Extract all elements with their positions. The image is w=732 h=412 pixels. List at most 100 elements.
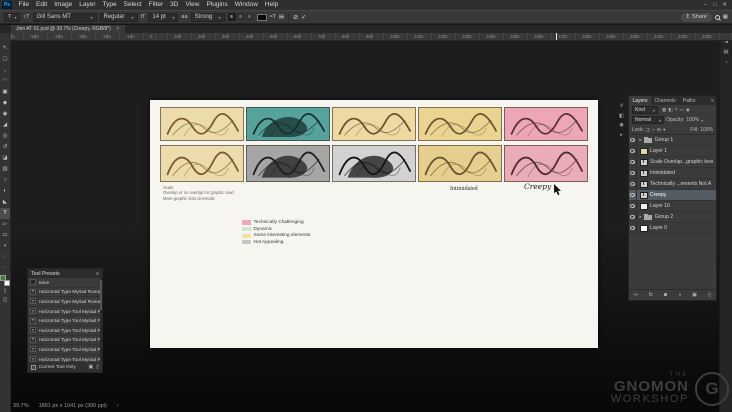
tab-paths[interactable]: Paths <box>679 96 699 105</box>
menu-select[interactable]: Select <box>120 0 145 10</box>
menu-3d[interactable]: 3D <box>167 0 182 10</box>
layer-effects-icon[interactable]: fx <box>649 292 653 298</box>
menu-file[interactable]: File <box>15 0 32 10</box>
menu-image[interactable]: Image <box>51 0 76 10</box>
tool-preset-row[interactable]: THorizontal Type Tool Myriad Pro R... <box>28 316 102 326</box>
eyedropper-tool[interactable]: ◆ <box>0 98 10 109</box>
menu-help[interactable]: Help <box>261 0 281 10</box>
minimize-icon[interactable]: – <box>704 2 707 8</box>
color-swatches[interactable] <box>0 275 10 286</box>
filter-pixel-layers-icon[interactable]: ▦ <box>662 107 666 113</box>
workspace-switcher-icon[interactable]: ▦ <box>723 14 728 20</box>
sketch-panel-1-3[interactable] <box>332 107 416 141</box>
layer-row[interactable]: TIntimidated <box>629 168 716 179</box>
share-button[interactable]: ↥ Share <box>681 13 712 22</box>
dodge-tool[interactable]: ◐ <box>0 186 10 197</box>
move-tool[interactable]: ↖ <box>0 43 10 54</box>
tool-preset-row[interactable]: THorizontal Type Tool Myriad Pro R... <box>28 355 102 362</box>
tool-preset-row[interactable]: THorizontal Type Tool Myriad Pro R... <box>28 336 102 346</box>
sketch-panel-2-3[interactable] <box>332 145 416 182</box>
document-canvas[interactable]: ScaleOverlap or no overlap for graphic r… <box>150 100 598 348</box>
menu-edit[interactable]: Edit <box>32 0 50 10</box>
history-brush-tool[interactable]: ↺ <box>0 142 10 153</box>
collapsed-info-panel-icon[interactable]: ◉ <box>619 122 623 128</box>
text-orientation-toggle-icon[interactable]: ↕T <box>23 14 29 20</box>
text-color-swatch[interactable] <box>257 14 267 21</box>
align-center-button[interactable]: ≡ <box>237 13 245 21</box>
filter-type-layers-icon[interactable]: T <box>675 107 678 113</box>
sketch-panel-1-5[interactable] <box>504 107 588 141</box>
menu-layer[interactable]: Layer <box>76 0 99 10</box>
lock-pixels-icon[interactable]: + <box>652 127 655 133</box>
link-layers-icon[interactable]: ∞ <box>634 292 638 298</box>
menu-plugins[interactable]: Plugins <box>203 0 231 10</box>
layer-row[interactable]: TTechnically ...ements Not A <box>629 179 716 190</box>
gradient-tool[interactable]: ▥ <box>0 164 10 175</box>
filter-shape-layers-icon[interactable]: ▭ <box>680 107 684 113</box>
search-icon[interactable] <box>715 15 720 20</box>
layer-row[interactable]: TCreepy <box>629 190 716 201</box>
layer-row[interactable]: ▸Group 1 <box>629 135 716 146</box>
status-chevron-icon[interactable]: › <box>117 403 119 409</box>
close-icon[interactable]: ✕ <box>116 26 120 32</box>
scrollbar-thumb[interactable] <box>100 280 103 310</box>
layer-row[interactable]: TScale Overlap...graphic less <box>629 157 716 168</box>
layer-row[interactable]: Layer 1 <box>629 146 716 157</box>
pen-tool[interactable]: ◣ <box>0 197 10 208</box>
collapsed-actions-panel-icon[interactable]: ▸ <box>620 132 623 138</box>
quick-mask-icon[interactable]: ▯ <box>4 288 7 294</box>
current-tool-only-checkbox[interactable]: ✓ <box>31 365 36 370</box>
adjustment-layer-icon[interactable]: ◑ <box>678 292 681 298</box>
zoom-tool[interactable]: ◌ <box>0 252 10 263</box>
toggle-character-panel-icon[interactable]: ▤ <box>279 14 284 20</box>
menu-type[interactable]: Type <box>99 0 120 10</box>
type-tool[interactable]: T <box>0 208 10 219</box>
layer-mask-icon[interactable]: ◙ <box>664 292 667 298</box>
visibility-toggle[interactable] <box>629 179 637 189</box>
visibility-toggle[interactable] <box>629 157 637 167</box>
ruler[interactable]: -600-500-400-300-200-1000100200300400500… <box>11 33 732 41</box>
lock-position-icon[interactable]: ⊞ <box>657 127 661 133</box>
font-size-select[interactable]: 14 pt ▾ <box>148 13 178 22</box>
tab-channels[interactable]: Channels <box>651 96 679 105</box>
lock-transparency-icon[interactable]: ◫ <box>646 127 650 133</box>
sketch-panel-2-2[interactable] <box>246 145 330 182</box>
visibility-toggle[interactable] <box>629 201 637 211</box>
shape-tool[interactable]: ▭ <box>0 230 10 241</box>
panel-menu-icon[interactable]: ≡ <box>96 271 99 277</box>
blend-mode-select[interactable]: Normal ▾ <box>632 116 664 124</box>
new-group-icon[interactable]: ▣ <box>692 292 697 298</box>
layer-row[interactable]: Layer 0 <box>629 223 716 234</box>
new-preset-icon[interactable]: ▣ <box>89 364 94 370</box>
collapsed-history-panel-icon[interactable]: ↺ <box>619 103 623 109</box>
visibility-toggle[interactable] <box>629 190 637 200</box>
layer-filter-select[interactable]: Kind ▾ <box>632 106 658 114</box>
crop-tool[interactable]: ▣ <box>0 87 10 98</box>
ruler-origin-corner[interactable] <box>0 33 11 41</box>
cancel-edits-button[interactable]: ⊘ <box>293 14 298 21</box>
filter-smart-objects-icon[interactable]: ◉ <box>686 107 690 113</box>
expand-arrow-icon[interactable]: ▸ <box>640 137 642 143</box>
blur-tool[interactable]: ○ <box>0 175 10 186</box>
collapsed-libraries-panel-icon[interactable]: ◔ <box>724 60 727 66</box>
document-tab[interactable]: Join AT 01.psd @ 39.7% (Creepy, RGB/8*) … <box>11 25 125 33</box>
tool-preset-row[interactable]: THorizontal Type Tool Myriad Pro R... <box>28 345 102 355</box>
expand-arrow-icon[interactable]: ▸ <box>640 214 642 220</box>
align-left-button[interactable]: ≡ <box>228 13 236 21</box>
sketch-panel-2-5[interactable] <box>504 145 588 182</box>
lock-all-icon[interactable]: ● <box>663 127 666 133</box>
edit-toolbar-icon[interactable]: ⋯ <box>3 265 8 271</box>
sketch-panel-2-4[interactable] <box>418 145 502 182</box>
menu-window[interactable]: Window <box>231 0 261 10</box>
commit-edits-button[interactable]: ✓ <box>301 14 306 21</box>
eraser-tool[interactable]: ◪ <box>0 153 10 164</box>
visibility-toggle[interactable] <box>629 212 637 222</box>
marquee-tool[interactable]: ▢ <box>0 54 10 65</box>
filter-adjustment-layers-icon[interactable]: ◧ <box>668 107 672 113</box>
tool-preset-row[interactable]: THorizontal Type Myriad Roman 24... <box>28 288 102 298</box>
screen-mode-icon[interactable]: ◫ <box>3 297 8 303</box>
sketch-panel-2-1[interactable] <box>160 145 244 182</box>
scrollbar[interactable] <box>100 278 103 362</box>
delete-preset-icon[interactable]: ▯ <box>96 364 99 370</box>
visibility-toggle[interactable] <box>629 135 637 145</box>
